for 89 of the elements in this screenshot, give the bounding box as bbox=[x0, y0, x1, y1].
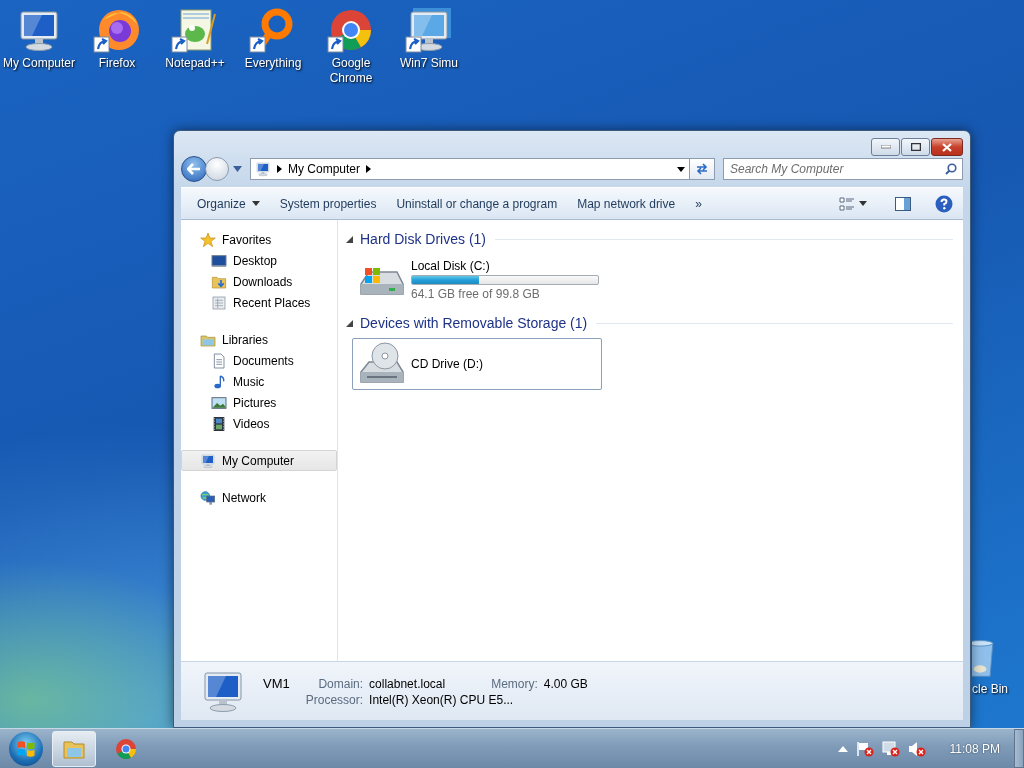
desktop-icon-label: Firefox bbox=[98, 56, 136, 71]
sidebar-item[interactable]: Music bbox=[181, 371, 337, 392]
drive-name: CD Drive (D:) bbox=[411, 357, 484, 371]
breadcrumb-arrow-icon bbox=[366, 165, 372, 173]
picture-icon bbox=[211, 394, 227, 411]
drive-tile[interactable]: Local Disk (C:) 64.1 GB free of 99.8 GB bbox=[352, 254, 602, 306]
sidebar-item[interactable]: Downloads bbox=[181, 271, 337, 292]
drive-name: Local Disk (C:) bbox=[411, 259, 491, 273]
search-field[interactable]: Search My Computer bbox=[723, 158, 963, 180]
breadcrumb-item[interactable]: My Computer bbox=[288, 162, 361, 176]
details-view-icon bbox=[839, 196, 855, 211]
desktop-shortcut[interactable]: My Computer bbox=[3, 6, 75, 71]
document-icon bbox=[211, 352, 227, 369]
network-icon bbox=[200, 489, 216, 506]
breadcrumb-arrow-icon bbox=[277, 165, 282, 173]
detail-label: Memory: bbox=[491, 676, 538, 691]
music-note-icon bbox=[211, 373, 227, 390]
close-button[interactable] bbox=[931, 138, 963, 156]
sidebar-item[interactable]: Desktop bbox=[181, 250, 337, 271]
section-header: Devices with Removable Storage (1) bbox=[360, 315, 588, 331]
desktop-shortcut[interactable]: Win7 Simu bbox=[400, 6, 458, 71]
sidebar-item[interactable]: Pictures bbox=[181, 392, 337, 413]
desktop-shortcut[interactable]: Firefox bbox=[93, 6, 141, 71]
back-arrow-icon bbox=[187, 163, 201, 175]
section-header: Hard Disk Drives (1) bbox=[360, 231, 486, 247]
sidebar-item[interactable]: Libraries bbox=[181, 329, 337, 350]
desktop-icon-label: Notepad++ bbox=[165, 56, 225, 71]
refresh-button[interactable] bbox=[689, 158, 715, 180]
detail-value: Intel(R) Xeon(R) CPU E5... bbox=[369, 692, 515, 707]
toolbar-button[interactable]: System properties bbox=[273, 192, 383, 215]
sidebar-item[interactable]: My Computer bbox=[181, 450, 337, 471]
collapse-arrow-icon[interactable] bbox=[346, 235, 353, 243]
drive-tile[interactable]: CD Drive (D:) bbox=[352, 338, 602, 390]
desktop-icon bbox=[211, 252, 227, 269]
desktop-icon-label: Win7 Simu bbox=[400, 56, 458, 71]
network-status-icon[interactable] bbox=[881, 740, 900, 757]
maximize-button[interactable] bbox=[901, 138, 930, 156]
toolbar-button[interactable]: Map network drive bbox=[571, 192, 682, 215]
toolbar-button[interactable]: » bbox=[689, 192, 708, 215]
detail-value: 4.00 GB bbox=[543, 676, 588, 691]
caret-icon bbox=[251, 201, 260, 206]
caret-icon bbox=[859, 201, 867, 206]
desktop-shortcut[interactable]: Notepad++ bbox=[165, 6, 225, 71]
computer-name: VM1 bbox=[263, 675, 290, 691]
film-icon bbox=[211, 415, 227, 432]
windows-logo-icon bbox=[16, 739, 36, 758]
back-button[interactable] bbox=[181, 156, 207, 182]
free-space-text: 64.1 GB free of 99.8 GB bbox=[411, 287, 541, 301]
recent-places-icon bbox=[211, 294, 227, 311]
start-button[interactable] bbox=[9, 731, 43, 766]
show-hidden-icons-icon[interactable] bbox=[837, 745, 848, 752]
minimize-icon bbox=[880, 145, 891, 149]
address-bar[interactable]: My Computer bbox=[250, 158, 690, 180]
computer-icon bbox=[255, 161, 271, 177]
action-center-flag-icon[interactable] bbox=[855, 740, 874, 757]
dropdown-caret-icon[interactable] bbox=[677, 166, 685, 172]
preview-pane-button[interactable] bbox=[893, 194, 913, 213]
sidebar-item[interactable]: Favorites bbox=[181, 229, 337, 250]
desktop-shortcut[interactable]: Everything bbox=[244, 6, 302, 71]
muted-speaker-icon[interactable] bbox=[907, 740, 926, 757]
maximize-icon bbox=[910, 143, 921, 151]
close-icon bbox=[942, 142, 952, 152]
star-icon bbox=[200, 231, 216, 248]
desktop-icon-label: Google Chrome bbox=[328, 56, 374, 86]
preview-pane-icon bbox=[895, 196, 911, 211]
sidebar-item[interactable]: Network bbox=[181, 487, 337, 508]
sidebar-item[interactable]: Documents bbox=[181, 350, 337, 371]
detail-label: Domain: bbox=[317, 676, 364, 691]
detail-label: Processor: bbox=[305, 692, 364, 707]
refresh-arrows-icon bbox=[695, 163, 709, 175]
sidebar-item[interactable]: Recent Places bbox=[181, 292, 337, 313]
chrome-icon bbox=[114, 736, 138, 761]
history-caret-icon[interactable] bbox=[233, 166, 242, 172]
help-icon bbox=[935, 194, 953, 213]
minimize-button[interactable] bbox=[871, 138, 900, 156]
toolbar-button[interactable]: Organize bbox=[191, 192, 266, 215]
desktop-icon-label: cle Bin bbox=[972, 682, 1009, 696]
computer-icon bbox=[200, 452, 216, 469]
computer-icon bbox=[405, 6, 453, 54]
desktop-shortcut[interactable]: Google Chrome bbox=[314, 6, 388, 86]
view-options-button[interactable] bbox=[837, 194, 869, 213]
sidebar-item[interactable]: Videos bbox=[181, 413, 337, 434]
toolbar-button[interactable]: Uninstall or change a program bbox=[390, 192, 564, 215]
detail-value: collabnet.local bbox=[369, 676, 446, 691]
notepad-icon bbox=[171, 6, 219, 54]
desktop-icon-label: My Computer bbox=[3, 56, 75, 71]
collapse-arrow-icon[interactable] bbox=[346, 319, 353, 327]
search-icon[interactable] bbox=[945, 163, 957, 175]
desktop-icon-label: Everything bbox=[244, 56, 302, 71]
